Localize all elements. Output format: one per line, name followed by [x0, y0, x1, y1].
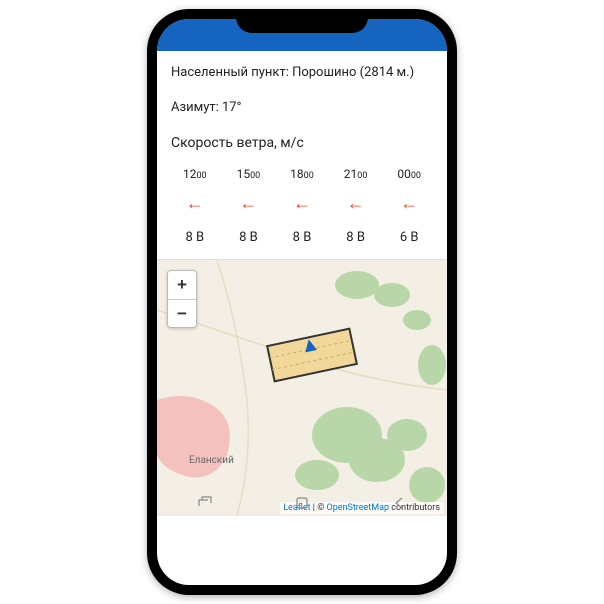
- map-svg: [157, 260, 447, 516]
- wind-col: 1200 ← 8 В: [171, 167, 219, 245]
- wind-time: 1800: [290, 167, 314, 181]
- phone-frame: Населенный пункт: Порошино (2814 м.) Ази…: [147, 9, 457, 595]
- map-place-label: Еланский: [189, 455, 234, 466]
- wind-col: 1500 ← 8 В: [225, 167, 273, 245]
- zoom-in-button[interactable]: +: [168, 271, 196, 299]
- map[interactable]: + − Еланский Leaflet | © OpenStreetMap c…: [157, 260, 447, 516]
- arrow-left-icon: ←: [400, 193, 418, 214]
- zoom-controls: + −: [167, 270, 197, 328]
- settlement-line: Населенный пункт: Порошино (2814 м.): [171, 65, 433, 80]
- arrow-left-icon: ←: [239, 193, 257, 214]
- wind-col: 1800 ← 8 В: [278, 167, 326, 245]
- wind-section-title: Скорость ветра, м/с: [171, 135, 433, 151]
- screen: Населенный пункт: Порошино (2814 м.) Ази…: [157, 19, 447, 585]
- wind-col: 2100 ← 8 В: [332, 167, 380, 245]
- wind-time: 1200: [183, 167, 207, 181]
- arrow-left-icon: ←: [293, 193, 311, 214]
- arrow-left-icon: ←: [186, 193, 204, 214]
- wind-speed: 8 В: [346, 230, 365, 245]
- wind-speed: 8 В: [239, 230, 258, 245]
- wind-time: 0000: [397, 167, 421, 181]
- azimuth-line: Азимут: 17°: [171, 100, 433, 115]
- wind-time: 2100: [344, 167, 368, 181]
- wind-speed: 6 В: [400, 230, 419, 245]
- nav-home-icon[interactable]: [294, 495, 310, 511]
- wind-time: 1500: [237, 167, 261, 181]
- zoom-out-button[interactable]: −: [168, 299, 196, 327]
- arrow-left-icon: ←: [347, 193, 365, 214]
- nav-back-icon[interactable]: [391, 495, 407, 511]
- wind-grid: 1200 ← 8 В 1500 ← 8 В 1800 ← 8 В 2100 ←: [171, 167, 433, 245]
- nav-recent-icon[interactable]: [197, 495, 213, 511]
- wind-speed: 8 В: [293, 230, 312, 245]
- content-area: Населенный пункт: Порошино (2814 м.) Ази…: [157, 51, 447, 245]
- wind-col: 0000 ← 6 В: [385, 167, 433, 245]
- phone-notch: [236, 9, 368, 33]
- android-nav-bar: [157, 490, 447, 516]
- wind-speed: 8 В: [185, 230, 204, 245]
